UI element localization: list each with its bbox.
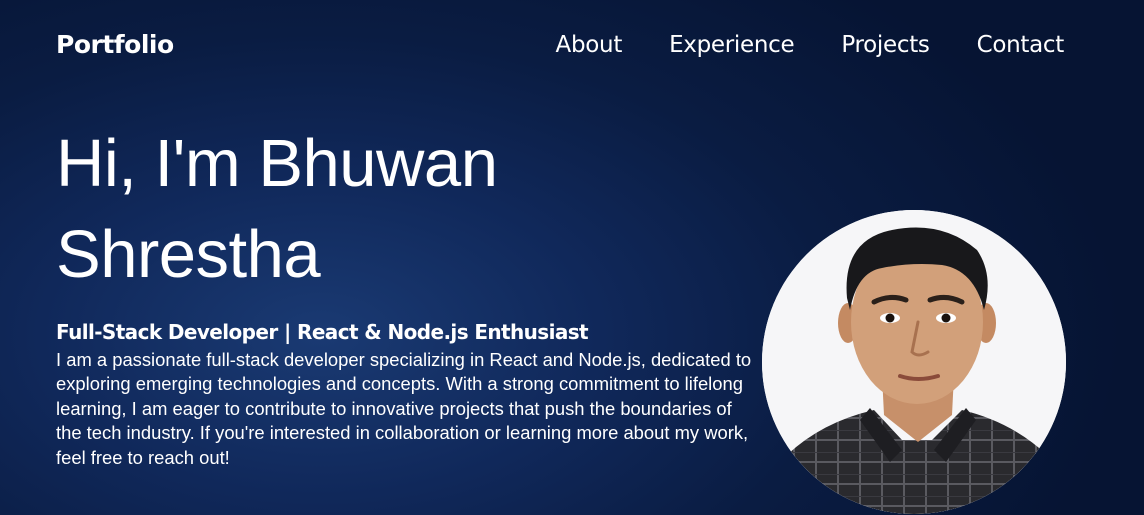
profile-photo <box>762 210 1066 514</box>
nav-links: About Experience Projects Contact <box>556 32 1065 58</box>
brand-logo[interactable]: Portfolio <box>56 30 174 59</box>
nav-link-about[interactable]: About <box>556 32 623 58</box>
nav-link-contact[interactable]: Contact <box>977 32 1065 58</box>
navbar: Portfolio About Experience Projects Cont… <box>0 0 1144 92</box>
hero-title-line1: Hi, I'm Bhuwan <box>56 126 498 201</box>
nav-link-projects[interactable]: Projects <box>841 32 930 58</box>
hero-title: Hi, I'm Bhuwan Shrestha <box>56 118 676 300</box>
hero-title-line2: Shrestha <box>56 217 321 292</box>
profile-photo-illustration <box>762 210 1066 514</box>
hero-subtitle: Full-Stack Developer | React & Node.js E… <box>56 320 589 344</box>
nav-link-experience[interactable]: Experience <box>669 32 795 58</box>
hero-bio: I am a passionate full-stack developer s… <box>56 349 752 468</box>
